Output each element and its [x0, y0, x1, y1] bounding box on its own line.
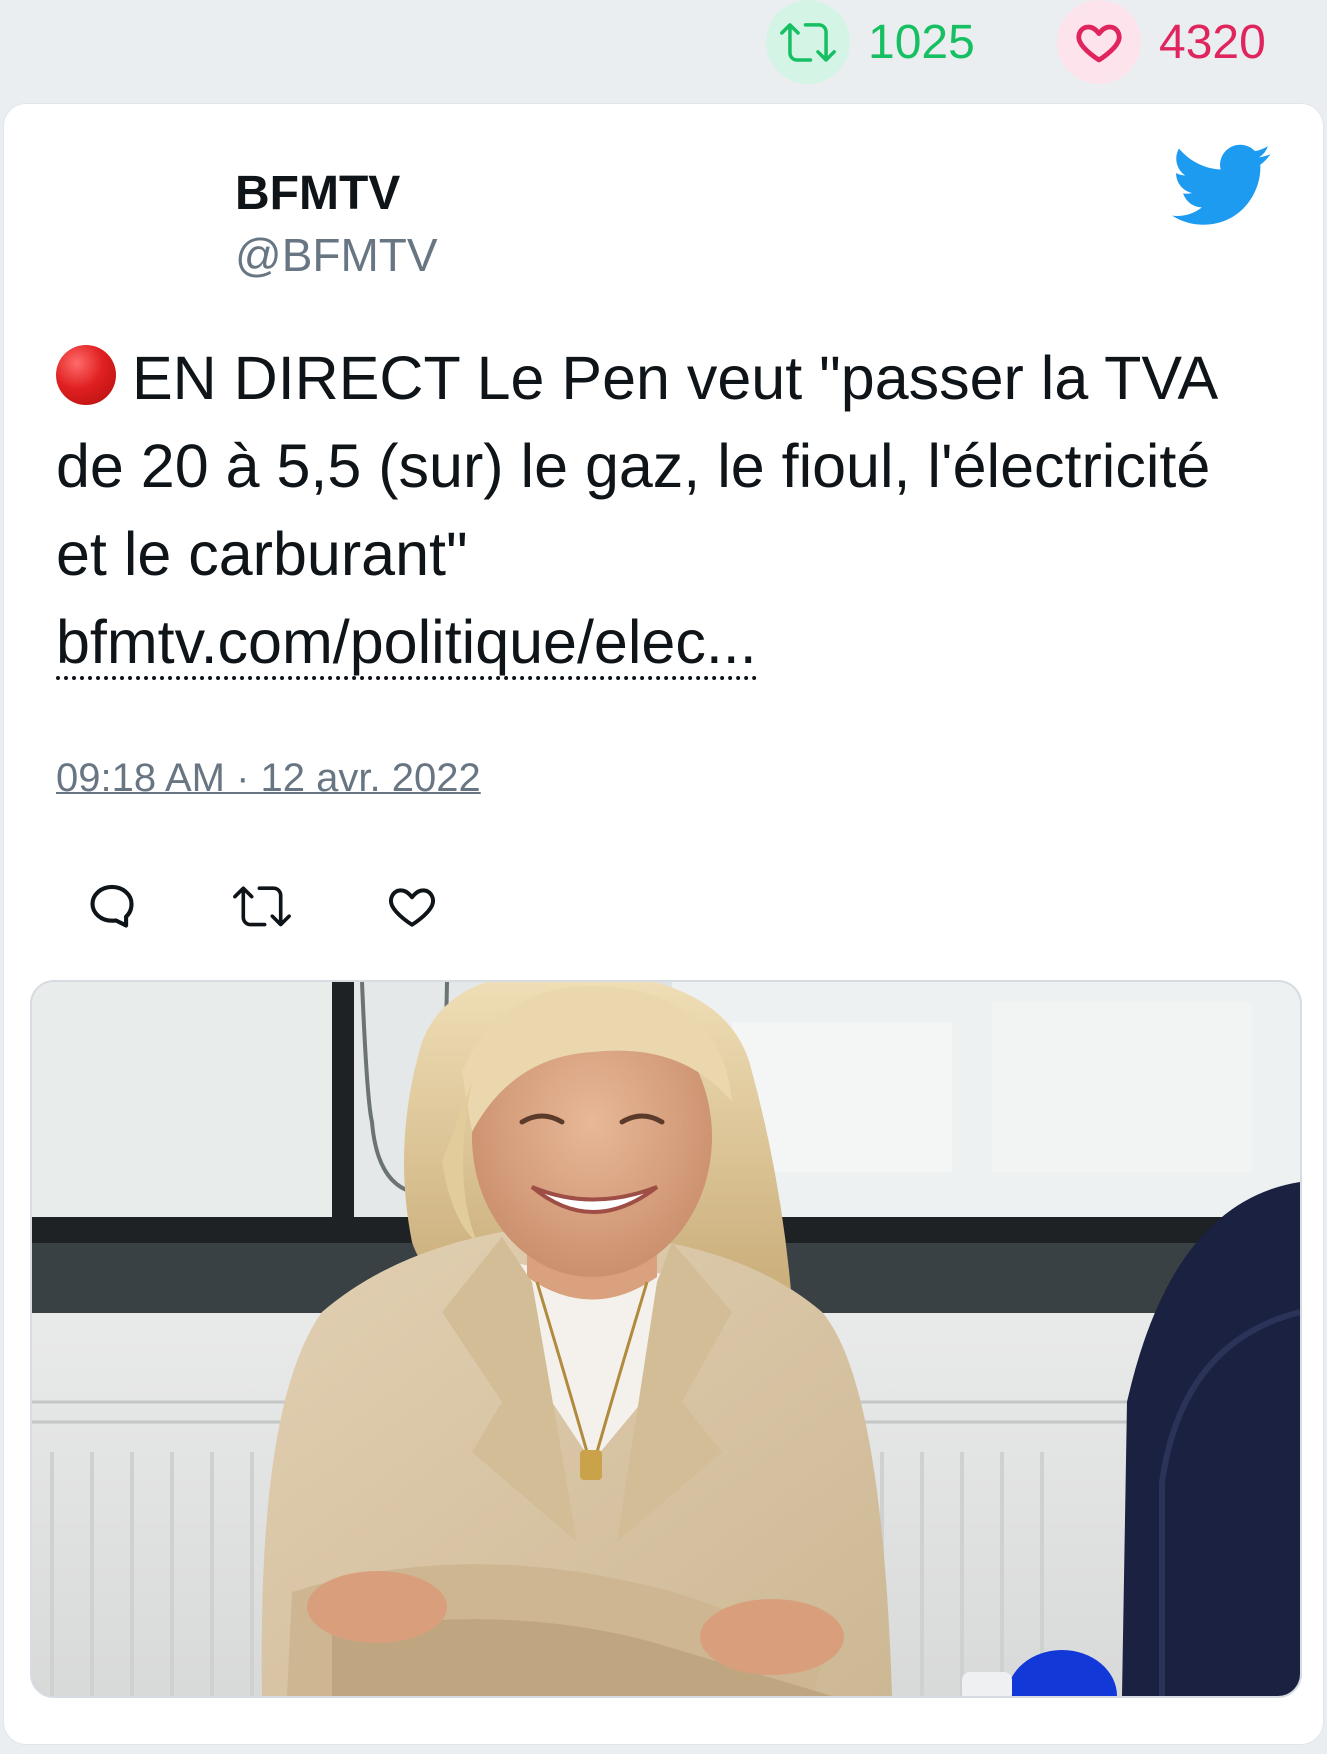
like-stat[interactable]: 4320 — [1057, 0, 1266, 84]
tweet-text: EN DIRECT Le Pen veut "passer la TVA de … — [56, 334, 1276, 686]
like-icon — [389, 888, 435, 927]
user-handle[interactable]: @BFMTV — [235, 228, 438, 282]
retweet-button[interactable] — [226, 870, 298, 942]
tweet-body: EN DIRECT Le Pen veut "passer la TVA de … — [56, 344, 1215, 588]
display-name[interactable]: BFMTV — [235, 166, 400, 221]
tweet-card: BFMTV @BFMTV EN DIRECT Le Pen veut "pass… — [4, 104, 1323, 1744]
retweet-stat[interactable]: 1025 — [766, 0, 975, 84]
reply-button[interactable] — [76, 870, 148, 942]
retweet-icon — [233, 886, 291, 927]
like-stat-icon — [1057, 0, 1141, 84]
retweet-count: 1025 — [868, 15, 975, 69]
tweet-link[interactable]: bfmtv.com/politique/elec... — [56, 608, 757, 680]
like-button[interactable] — [376, 870, 448, 942]
twitter-bird-icon[interactable] — [1172, 144, 1272, 228]
tweet-timestamp[interactable]: 09:18 AM · 12 avr. 2022 — [56, 756, 481, 801]
tweet-photo[interactable] — [30, 980, 1302, 1698]
photo-illustration — [32, 982, 1300, 1696]
retweet-stat-icon — [766, 0, 850, 84]
like-count: 4320 — [1159, 15, 1266, 69]
red-circle-emoji — [56, 345, 116, 405]
reply-icon — [90, 884, 134, 928]
engagement-stats: 1025 4320 — [0, 0, 1327, 92]
